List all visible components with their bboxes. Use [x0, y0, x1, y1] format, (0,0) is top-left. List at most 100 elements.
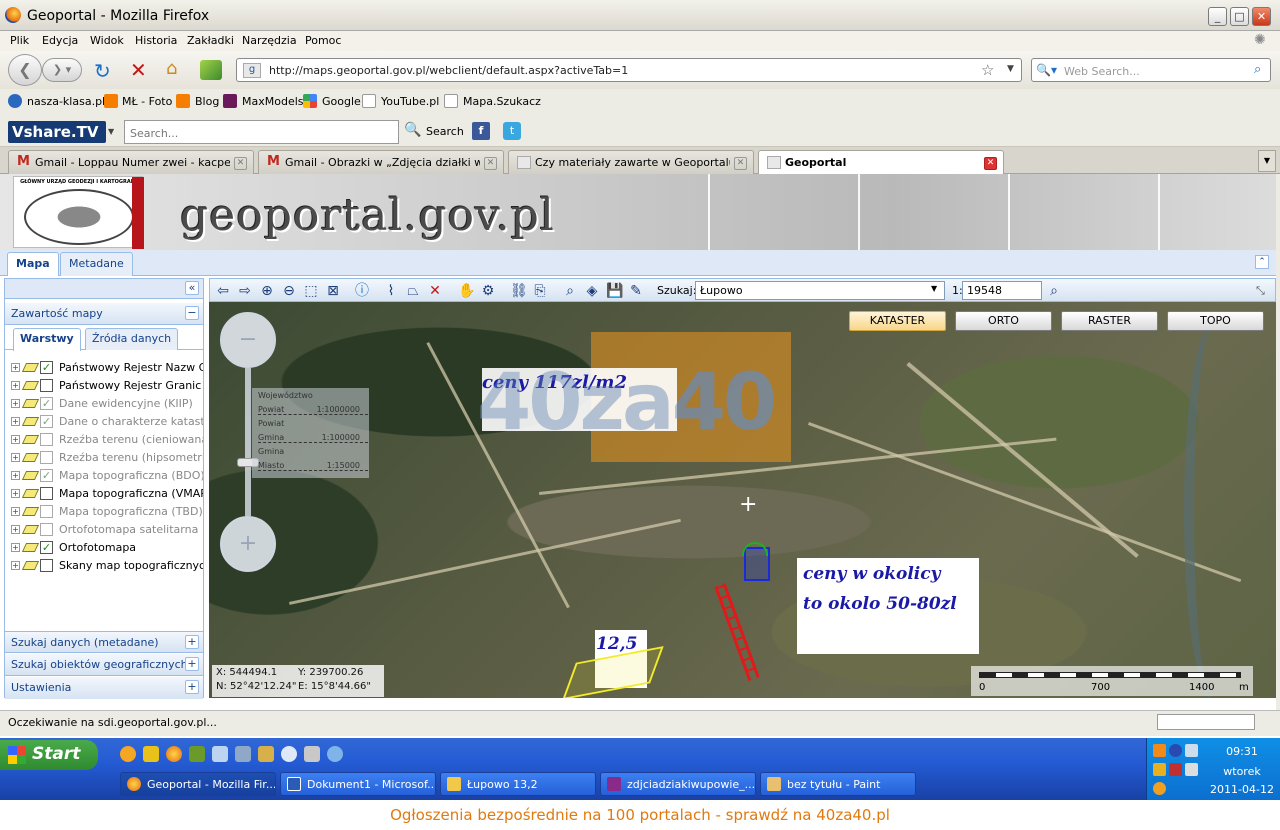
minimize-panel-icon[interactable]: −	[185, 306, 199, 320]
layer-item[interactable]: + Skany map topograficznych	[11, 557, 203, 575]
back-arrow-icon[interactable]: ⇦	[215, 283, 231, 299]
layer-item[interactable]: + ✓ Dane ewidencyjne (KIIP)	[11, 395, 203, 413]
layer-checkbox[interactable]	[40, 487, 53, 500]
quicklaunch-icon[interactable]	[120, 746, 136, 762]
layer-checkbox[interactable]: ✓	[40, 469, 53, 482]
layer-checkbox[interactable]	[40, 559, 53, 572]
bookmark-blog[interactable]: Blog	[195, 95, 219, 108]
tab-close-icon[interactable]: ✕	[484, 157, 497, 170]
tab-list-icon[interactable]: ▼	[1258, 150, 1276, 172]
info-icon[interactable]: ⓘ	[354, 283, 370, 299]
layer-checkbox[interactable]	[40, 379, 53, 392]
menu-narzedzia[interactable]: Narzędzia	[242, 34, 297, 47]
facebook-icon[interactable]: f	[472, 122, 490, 140]
layer-item[interactable]: + ✓ Mapa topograficzna (BDO)	[11, 467, 203, 485]
taskbar-item-folder[interactable]: Łupowo 13,2	[440, 772, 596, 796]
bookmark-star-icon[interactable]: ☆	[981, 61, 994, 79]
expand-layer-icon[interactable]: +	[11, 453, 20, 462]
expand-icon[interactable]: +	[185, 635, 199, 649]
expand-layer-icon[interactable]: +	[11, 417, 20, 426]
mode-topo-button[interactable]: TOPO	[1167, 311, 1264, 331]
address-bar[interactable]: g http://maps.geoportal.gov.pl/webclient…	[236, 58, 1022, 82]
magnifier-icon[interactable]: 🔍	[404, 122, 421, 138]
site-identity-icon[interactable]: g	[243, 63, 261, 78]
quicklaunch-icon[interactable]	[304, 746, 320, 762]
collapse-panel-icon[interactable]: «	[185, 281, 199, 295]
quicklaunch-icon[interactable]	[235, 746, 251, 762]
web-search-box[interactable]: 🔍▾ Web Search... ⌕	[1031, 58, 1271, 82]
vshare-search-input[interactable]: Search...	[124, 120, 399, 144]
tab-geoportal[interactable]: Geoportal ✕	[758, 150, 1004, 175]
quicklaunch-icon[interactable]	[143, 746, 159, 762]
layer-checkbox[interactable]	[40, 523, 53, 536]
map-view[interactable]: KATASTER ORTO RASTER TOPO − + Województw…	[209, 302, 1276, 698]
gugik-logo[interactable]: GŁÓWNY URZĄD GEODEZJI I KARTOGRAFII	[13, 176, 144, 249]
forward-button[interactable]: ❯ ▾	[42, 58, 82, 82]
vshare-dropdown-icon[interactable]: ▼	[108, 127, 114, 136]
expand-layer-icon[interactable]: +	[11, 507, 20, 516]
measure-area-icon[interactable]: ⏢	[405, 283, 421, 299]
layers-icon[interactable]: ◈	[584, 283, 600, 299]
taskbar-item-paint[interactable]: bez tytułu - Paint	[760, 772, 916, 796]
measure-distance-icon[interactable]: ⌇	[383, 283, 399, 299]
expand-layer-icon[interactable]: +	[11, 381, 20, 390]
save-icon[interactable]: 💾	[606, 283, 623, 299]
quicklaunch-icon[interactable]	[258, 746, 274, 762]
zoom-in-icon[interactable]: ⊕	[259, 283, 275, 299]
tray-icon[interactable]	[1169, 763, 1182, 776]
tab-close-icon[interactable]: ✕	[234, 157, 247, 170]
tray-icon[interactable]	[1169, 744, 1182, 757]
section-ustawienia[interactable]: Ustawienia +	[5, 677, 203, 699]
mode-kataster-button[interactable]: KATASTER	[849, 311, 946, 331]
menu-edycja[interactable]: Edycja	[42, 34, 78, 47]
taskbar-item-word[interactable]: Dokument1 - Microsof...	[280, 772, 436, 796]
layer-checkbox[interactable]	[40, 505, 53, 518]
tray-icon[interactable]	[1153, 782, 1166, 795]
bookmark-youtube[interactable]: YouTube.pl	[381, 95, 439, 108]
home-icon[interactable]: ⌂	[166, 58, 177, 79]
vshare-logo[interactable]: Vshare.TV	[8, 121, 106, 143]
bookmark-google[interactable]: Google	[322, 95, 361, 108]
bookmark-mapa-szukacz[interactable]: Mapa.Szukacz	[463, 95, 541, 108]
layer-checkbox[interactable]: ✓	[40, 397, 53, 410]
tab-warstwy[interactable]: Warstwy	[13, 328, 81, 351]
zoom-out-button[interactable]: −	[220, 312, 276, 368]
reload-icon[interactable]: ↻	[94, 59, 111, 83]
start-button[interactable]: Start	[0, 740, 98, 770]
tab-mapa[interactable]: Mapa	[7, 252, 59, 276]
expand-layer-icon[interactable]: +	[11, 561, 20, 570]
search-dropdown-icon[interactable]: ▼	[931, 284, 937, 293]
resize-icon[interactable]: ⤡	[1256, 284, 1265, 298]
expand-layer-icon[interactable]: +	[11, 543, 20, 552]
layer-checkbox[interactable]	[40, 451, 53, 464]
layer-item[interactable]: + Mapa topograficzna (VMAPL2)	[11, 485, 203, 503]
tab-zrodla-danych[interactable]: Źródła danych	[85, 328, 179, 350]
taskbar-item-archive[interactable]: zdjciadziakiwupowie_...	[600, 772, 756, 796]
layer-item[interactable]: + ✓ Ortofotomapa	[11, 539, 203, 557]
edit-icon[interactable]: ✎	[628, 283, 644, 299]
bookmark-nasza-klasa[interactable]: nasza-klasa.pl	[27, 95, 105, 108]
twitter-icon[interactable]: t	[503, 122, 521, 140]
vshare-search-button[interactable]: Search	[426, 125, 464, 138]
pan-hand-icon[interactable]: ✋	[458, 283, 475, 299]
expand-layer-icon[interactable]: +	[11, 363, 20, 372]
layer-item[interactable]: + Państwowy Rejestr Granic	[11, 377, 203, 395]
zoom-slider-track[interactable]	[245, 368, 251, 516]
bookmark-ml-foto[interactable]: MŁ - Foto	[122, 95, 172, 108]
taskbar-item-firefox[interactable]: Geoportal - Mozilla Fir...	[120, 772, 276, 796]
quicklaunch-icon[interactable]	[327, 746, 343, 762]
tab-close-icon[interactable]: ✕	[734, 157, 747, 170]
expand-layer-icon[interactable]: +	[11, 471, 20, 480]
firefox-quicklaunch-icon[interactable]	[166, 746, 182, 762]
scale-input[interactable]: 19548	[962, 281, 1042, 300]
select-tool-icon[interactable]: ⚙	[480, 283, 496, 299]
mode-raster-button[interactable]: RASTER	[1061, 311, 1158, 331]
layer-item[interactable]: + Rzeźba terenu (hipsometria)	[11, 449, 203, 467]
url-text[interactable]: http://maps.geoportal.gov.pl/webclient/d…	[269, 64, 628, 77]
clock-time[interactable]: 09:31	[1207, 745, 1277, 758]
menu-pomoc[interactable]: Pomoc	[305, 34, 341, 47]
expand-icon[interactable]: +	[185, 680, 199, 694]
layer-item[interactable]: + Rzeźba terenu (cieniowana)	[11, 431, 203, 449]
clear-measure-icon[interactable]: ✕	[427, 283, 443, 299]
advertisement-banner[interactable]: Ogłoszenia bezpośrednie na 100 portalach…	[0, 800, 1280, 830]
